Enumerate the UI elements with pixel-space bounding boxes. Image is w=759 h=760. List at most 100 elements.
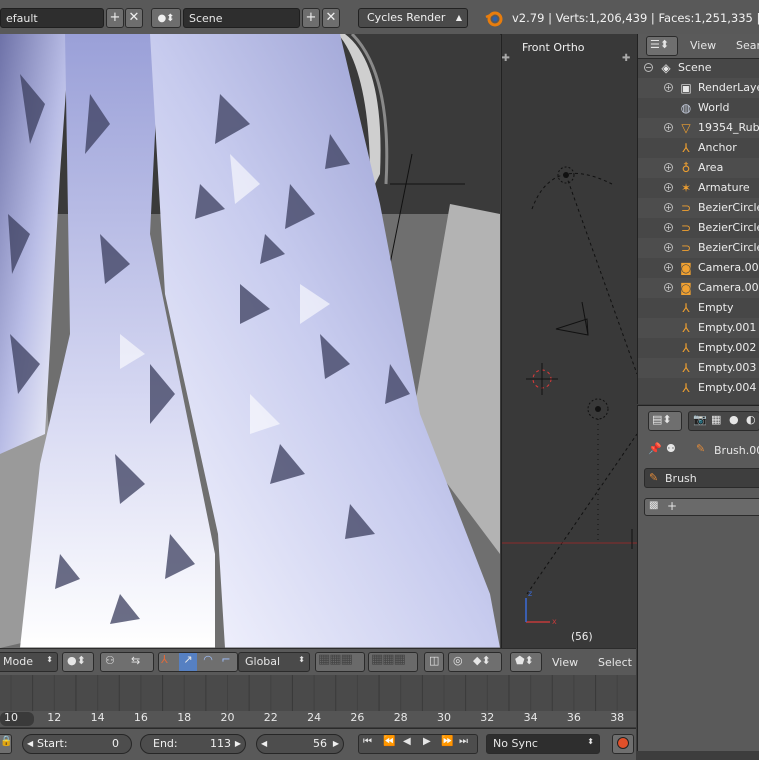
expand-icon[interactable]: + — [664, 223, 673, 232]
add-icon[interactable]: + — [667, 499, 677, 513]
render-engine-dropdown[interactable]: Cycles Render ▲ — [358, 8, 468, 28]
empty-object-icon: ⅄ — [682, 321, 690, 335]
editor-type-button[interactable]: ☰⬍ — [646, 36, 678, 56]
outliner-row[interactable]: + ⊃ BezierCircle — [638, 238, 759, 258]
properties-panel[interactable]: ▤⬍ 📷 ▦ ● ◐ 📌 ⚉ ✎ Brush.00 ✎ Brush ▩ + — [637, 405, 759, 751]
expand-icon[interactable]: + — [664, 243, 673, 252]
viewport-3d[interactable] — [0, 34, 500, 648]
transform-orientation-dropdown[interactable]: Global ⬍ — [238, 652, 310, 672]
interaction-mode-dropdown[interactable]: Mode ⬍ — [0, 652, 58, 672]
jump-end-icon[interactable]: ⏭ — [459, 736, 468, 747]
chevron-right-icon[interactable]: ▶ — [333, 735, 339, 753]
outliner-row[interactable]: ◍ World — [638, 98, 759, 118]
current-frame-field[interactable]: ◀ 56 ▶ — [256, 734, 344, 754]
outliner-item-label: Camera.001 — [698, 261, 759, 274]
delete-layout-button[interactable]: ✕ — [125, 8, 143, 28]
manipulator-icon[interactable]: ⇆ — [131, 654, 140, 667]
expand-icon[interactable]: + — [664, 163, 673, 172]
scene-browse-button[interactable]: ●⬍ — [151, 8, 181, 28]
end-frame-field[interactable]: End: 113 ▶ — [140, 734, 246, 754]
play-icon[interactable]: ▶ — [423, 736, 431, 747]
outliner-row[interactable]: + ◙ Camera.002 — [638, 278, 759, 298]
world-tab-icon[interactable]: ◐ — [746, 413, 756, 426]
expand-icon[interactable]: + — [664, 263, 673, 272]
outliner-item-label: World — [698, 101, 730, 114]
outliner-row[interactable]: + ▣ RenderLaye — [638, 78, 759, 98]
jump-keyframe-back-icon[interactable]: ⏪ — [383, 736, 395, 747]
brush-panel-header[interactable]: ✎ Brush — [644, 468, 759, 488]
start-frame-field[interactable]: ◀ Start: 0 — [22, 734, 132, 754]
add-layout-button[interactable]: + — [106, 8, 124, 28]
outliner-row[interactable]: + ✶ Armature — [638, 178, 759, 198]
outliner-search-menu[interactable]: Searc — [736, 39, 759, 52]
layer-buttons-a[interactable]: ▦▦▦ — [315, 652, 365, 672]
rotate-icon[interactable]: ◠ — [199, 653, 217, 666]
viewport-shading-button[interactable]: ●⬍ — [62, 652, 94, 672]
snap-controls[interactable]: ◎ ◆⬍ — [448, 652, 502, 672]
outliner-row[interactable]: + ◙ Camera.001 — [638, 258, 759, 278]
lock-icon: 🔒 — [0, 736, 13, 747]
viewport-front-ortho[interactable]: Front Ortho ✚ ✚ ✚ z x (56) — [501, 34, 637, 648]
outliner-row[interactable]: + ▽ 19354_Rub — [638, 118, 759, 138]
outliner-row[interactable]: − ◈ Scene — [638, 58, 759, 78]
chevron-right-icon[interactable]: ▶ — [235, 735, 241, 753]
properties-editor-type-button[interactable]: ▤⬍ — [648, 411, 682, 431]
manipulator-axes-icon[interactable]: ⅄ — [161, 653, 179, 671]
outliner-row[interactable]: + ⊃ BezierCircle — [638, 218, 759, 238]
translate-icon[interactable]: ↗ — [179, 653, 197, 671]
play-reverse-icon[interactable]: ◀ — [403, 736, 411, 747]
pin-icon[interactable]: 📌 — [648, 442, 662, 455]
outliner-row[interactable]: ⅄ Anchor — [638, 138, 759, 158]
expand-icon[interactable]: + — [664, 283, 673, 292]
ortho-shading-button[interactable]: ⬟⬍ — [510, 652, 542, 672]
lock-camera-button[interactable]: ◫ — [424, 652, 444, 672]
outliner-row[interactable]: ⅄ Empty.002 — [638, 338, 759, 358]
layer-buttons-b[interactable]: ▦▦▦ — [368, 652, 418, 672]
scene-tab-icon[interactable]: ● — [729, 413, 739, 426]
transform-manipulator-group[interactable]: ⅄ ↗ ◠ ⌐ — [158, 652, 238, 672]
collapse-icon[interactable]: − — [644, 63, 653, 72]
scene-icon: ●⬍ — [157, 13, 175, 24]
curve-icon: ⊃ — [680, 241, 692, 255]
outliner-row[interactable]: ⅄ Empty — [638, 298, 759, 318]
scale-icon[interactable]: ⌐ — [217, 653, 235, 666]
outliner-panel[interactable]: ☰⬍ View Searc −◈ Scene + ▣ RenderLaye ◍ World +… — [637, 34, 759, 404]
outliner-row[interactable]: + ♁ Area — [638, 158, 759, 178]
ortho-scene-overlay: z x — [502, 166, 637, 626]
lock-range-button[interactable]: 🔒 — [0, 734, 12, 754]
outliner-row[interactable]: ⅄ Empty.004 — [638, 378, 759, 398]
chevron-left-icon[interactable]: ◀ — [261, 735, 267, 753]
jump-start-icon[interactable]: ⏮ — [363, 736, 372, 747]
sync-mode-dropdown[interactable]: No Sync ⬍ — [486, 734, 600, 754]
jump-keyframe-forward-icon[interactable]: ⏩ — [441, 736, 453, 747]
expand-icon[interactable]: + — [664, 123, 673, 132]
add-scene-button[interactable]: + — [302, 8, 320, 28]
playback-controls[interactable]: ⏮ ⏪ ◀ ▶ ⏩ ⏭ — [358, 734, 478, 754]
pivot-manipulator-buttons[interactable]: ⚇ ⇆ — [100, 652, 154, 672]
ortho-view-menu[interactable]: View — [552, 656, 578, 669]
brush-datablock-name: Brush.00 — [714, 444, 759, 457]
properties-context-tabs[interactable]: 📷 ▦ ● ◐ — [688, 411, 759, 431]
magnet-icon[interactable]: ◎ — [453, 654, 463, 667]
layers-tab-icon[interactable]: ▦ — [711, 413, 721, 426]
ortho-select-menu[interactable]: Select — [598, 656, 632, 669]
render-tab-icon[interactable]: 📷 — [693, 413, 707, 426]
updown-arrow-icon: ▲ — [455, 13, 462, 22]
expand-icon[interactable]: + — [664, 203, 673, 212]
outliner-view-menu[interactable]: View — [690, 39, 716, 52]
outliner-row[interactable]: + ⊃ BezierCircle — [638, 198, 759, 218]
outliner-row[interactable]: ⅄ Empty.003 — [638, 358, 759, 378]
expand-icon[interactable]: + — [664, 183, 673, 192]
delete-scene-button[interactable]: ✕ — [322, 8, 340, 28]
screen-layout-field[interactable]: efault — [0, 8, 104, 28]
outliner-row[interactable]: ⅄ Empty.001 — [638, 318, 759, 338]
timeline-editor[interactable]: 10 12 14 16 18 20 22 24 26 28 30 32 34 36 38 — [0, 675, 636, 727]
outliner-item-label: Empty — [698, 301, 734, 314]
start-frame-value: 0 — [112, 737, 119, 750]
auto-keyframe-button[interactable] — [612, 734, 634, 754]
scene-name-field[interactable]: Scene — [183, 8, 300, 28]
expand-icon[interactable]: + — [664, 83, 673, 92]
texture-slot-field[interactable]: ▩ + — [644, 498, 759, 516]
snap-element-icon[interactable]: ◆⬍ — [473, 654, 491, 667]
chevron-left-icon[interactable]: ◀ — [27, 735, 33, 753]
